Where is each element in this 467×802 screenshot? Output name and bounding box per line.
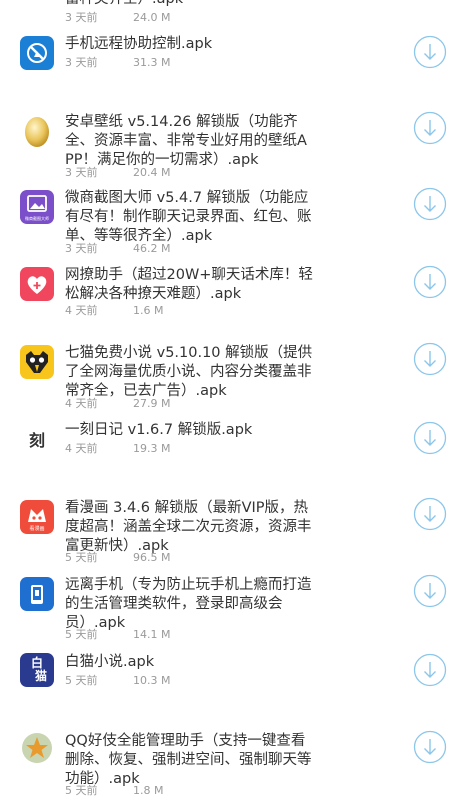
item-size: 27.9 M <box>133 397 171 410</box>
icon-caption: 微商截图大师 <box>25 216 49 221</box>
item-meta: 5 天前 14.1 M <box>65 628 170 641</box>
icon-caption: 看漫画 <box>29 526 45 532</box>
screenshot-picture-icon[interactable]: 微商截图大师 <box>20 190 54 224</box>
item-size: 19.3 M <box>133 442 171 455</box>
download-icon <box>413 35 447 69</box>
yike-char-icon[interactable]: 刻 <box>20 422 54 456</box>
item-title[interactable]: 安卓壁纸 v5.14.26 解锁版（功能齐全、资源丰富、非常专业好用的壁纸APP… <box>65 113 315 170</box>
download-icon <box>413 574 447 608</box>
item-meta: 5 天前 1.8 M <box>65 784 163 797</box>
item-title[interactable]: 网撩助手（超过20W+聊天话术库！轻松解决各种撩天难题）.apk <box>65 266 315 304</box>
download-icon <box>413 730 447 764</box>
item-meta: 3 天前 46.2 M <box>65 242 170 255</box>
golden-egg-icon[interactable] <box>20 114 54 148</box>
item-date: 4 天前 <box>65 397 98 410</box>
item-size: 46.2 M <box>133 242 171 255</box>
item-title[interactable]: 看漫画 3.4.6 解锁版（最新VIP版，热度超高！涵盖全球二次元资源，资源丰富… <box>65 499 315 556</box>
download-button[interactable] <box>413 653 447 687</box>
download-button[interactable] <box>413 35 447 69</box>
download-button[interactable] <box>413 574 447 608</box>
item-size: 31.3 M <box>133 56 171 69</box>
item-date: 3 天前 <box>65 11 98 24</box>
download-button[interactable] <box>413 265 447 299</box>
download-icon <box>413 497 447 531</box>
download-button[interactable] <box>413 187 447 221</box>
item-meta: 3 天前 31.3 M <box>65 56 170 69</box>
item-meta: 5 天前 96.5 M <box>65 551 170 564</box>
download-icon <box>413 111 447 145</box>
download-icon <box>413 187 447 221</box>
item-title[interactable]: 七猫免费小说 v5.10.10 解锁版（提供了全网海量优质小说、内容分类覆盖非常… <box>65 344 315 401</box>
item-date: 4 天前 <box>65 304 98 317</box>
item-size: 1.6 M <box>133 304 164 317</box>
download-button[interactable] <box>413 342 447 376</box>
item-meta: 4 天前 1.6 M <box>65 304 163 317</box>
baimao-icon[interactable]: 白 猫 <box>20 653 54 687</box>
item-meta: 3 天前 20.4 M <box>65 166 170 179</box>
item-meta: 4 天前 19.3 M <box>65 442 170 455</box>
item-date: 5 天前 <box>65 784 98 797</box>
download-button[interactable] <box>413 421 447 455</box>
download-button[interactable] <box>413 111 447 145</box>
item-date: 3 天前 <box>65 56 98 69</box>
download-icon <box>413 342 447 376</box>
download-icon <box>413 653 447 687</box>
item-size: 1.8 M <box>133 784 164 797</box>
remote-control-icon[interactable] <box>20 36 54 70</box>
manga-icon[interactable]: 看漫画 <box>20 500 54 534</box>
item-date: 3 天前 <box>65 166 98 179</box>
item-title[interactable]: 远离手机（专为防止玩手机上瘾而打造的生活管理类软件，登录即高级会员）.apk <box>65 576 315 633</box>
item-size: 10.3 M <box>133 674 171 687</box>
item-size: 24.0 M <box>133 11 171 24</box>
item-title[interactable]: 微商截图大师 v5.4.7 解锁版（功能应有尽有！制作聊天记录界面、红包、账单、… <box>65 189 315 246</box>
download-button[interactable] <box>413 730 447 764</box>
item-meta: 5 天前 10.3 M <box>65 674 170 687</box>
item-date: 3 天前 <box>65 242 98 255</box>
item-title[interactable]: 白猫小说.apk <box>65 653 315 672</box>
item-title[interactable]: QQ好伎全能管理助手（支持一键查看删除、恢复、强制进空间、强制聊天等功能）.ap… <box>65 732 315 789</box>
item-date: 5 天前 <box>65 674 98 687</box>
item-date: 5 天前 <box>65 551 98 564</box>
cat-face-icon[interactable] <box>20 345 54 379</box>
item-meta: 4 天前 27.9 M <box>65 397 170 410</box>
download-icon <box>413 265 447 299</box>
item-date: 5 天前 <box>65 628 98 641</box>
icon-glyph-bottom: 猫 <box>34 669 47 683</box>
item-title[interactable]: 手机远程协助控制.apk <box>65 35 315 54</box>
item-size: 14.1 M <box>133 628 171 641</box>
phone-lock-icon[interactable] <box>20 577 54 611</box>
item-meta: 3 天前 24.0 M <box>65 11 170 24</box>
item-size: 20.4 M <box>133 166 171 179</box>
item-date: 4 天前 <box>65 442 98 455</box>
item-title: 富种类齐全）.apk <box>65 0 315 9</box>
download-icon <box>413 421 447 455</box>
heart-icon[interactable] <box>20 267 54 301</box>
item-title[interactable]: 一刻日记 v1.6.7 解锁版.apk <box>65 421 315 440</box>
star-badge-icon[interactable] <box>20 731 54 765</box>
download-button[interactable] <box>413 497 447 531</box>
item-size: 96.5 M <box>133 551 171 564</box>
icon-glyph: 刻 <box>28 431 45 450</box>
